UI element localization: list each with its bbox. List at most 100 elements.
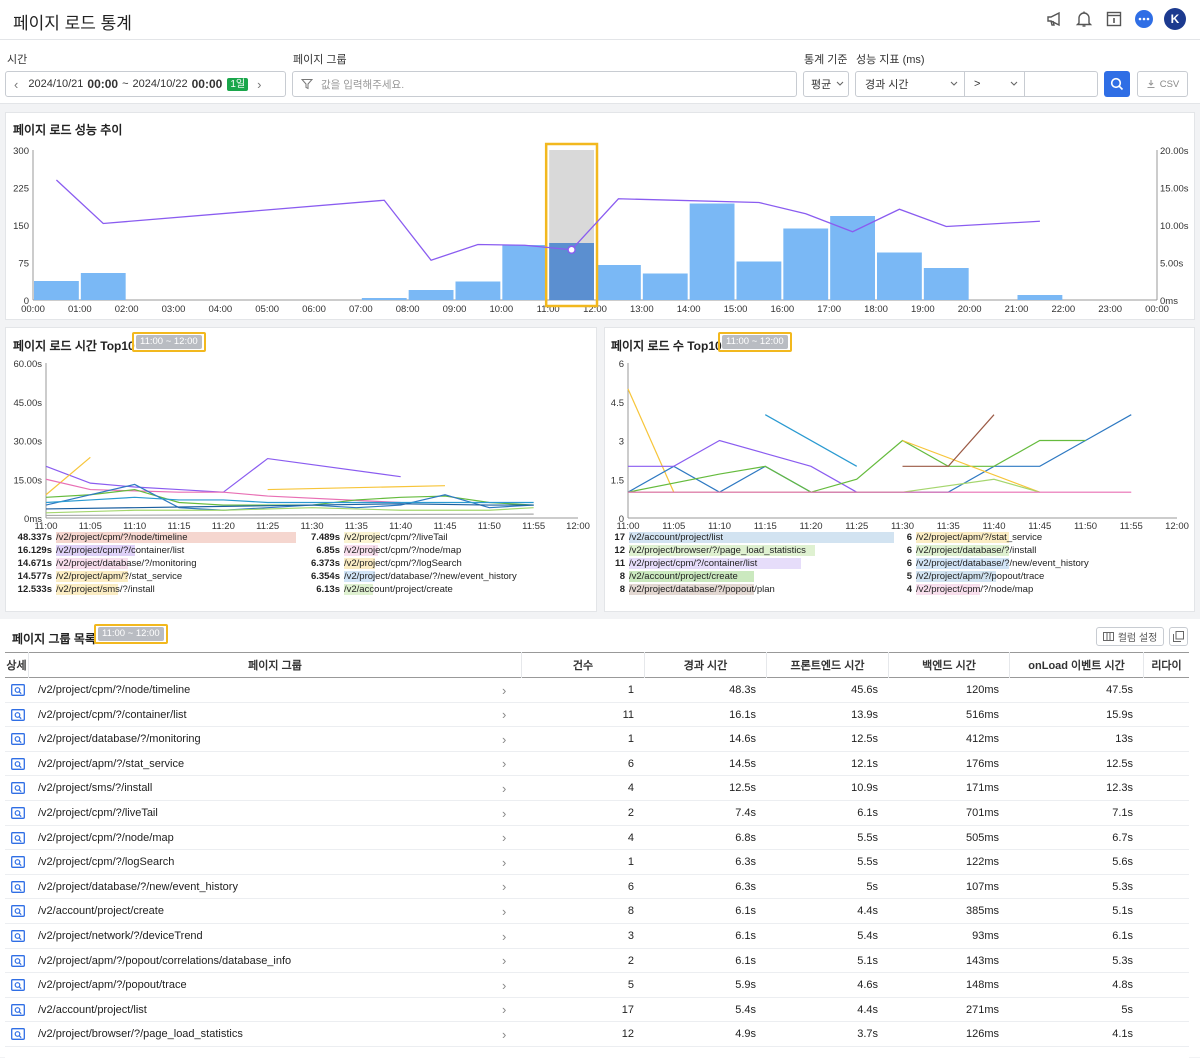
legend-item[interactable]: 6.354s/v2/project/database/?/new/event_h… — [306, 570, 596, 583]
table-row[interactable]: /v2/project/cpm/?/container/list › 11 16.1s… — [5, 703, 1189, 728]
search-button[interactable] — [1104, 71, 1130, 97]
column-header[interactable]: 백엔드 시간 — [889, 652, 1010, 678]
legend-item[interactable]: 11/v2/project/cpm/?/container/list — [613, 557, 903, 570]
megaphone-icon[interactable] — [1044, 8, 1066, 30]
user-avatar[interactable]: K — [1164, 8, 1186, 30]
detail-icon[interactable] — [11, 875, 27, 899]
info-panel-icon[interactable] — [1103, 8, 1125, 30]
metric-select[interactable]: 경과 시간 — [856, 72, 965, 96]
column-header[interactable]: 리다이 — [1144, 652, 1189, 678]
table-row[interactable]: /v2/project/browser/?/page_load_statisti… — [5, 1022, 1189, 1047]
legend-item[interactable]: 12.533s/v2/project/sms/?/install — [14, 583, 304, 596]
chevron-right-icon[interactable]: › — [502, 727, 506, 751]
chevron-right-icon[interactable]: › — [502, 1022, 506, 1046]
legend-item[interactable]: 14.671s/v2/project/database/?/monitoring — [14, 557, 304, 570]
detail-icon[interactable] — [11, 998, 27, 1022]
time-range-picker[interactable]: ‹ 2024/10/21 00:00 ~ 2024/10/22 00:00 1일… — [5, 71, 286, 97]
operator-select[interactable]: > — [965, 72, 1025, 96]
page-group-name[interactable]: /v2/project/browser/?/page_load_statisti… — [38, 1022, 498, 1046]
page-group-name[interactable]: /v2/project/apm/?/popout/trace — [38, 973, 498, 997]
legend-item[interactable]: 16.129s/v2/project/cpm/?/container/list — [14, 544, 304, 557]
load-time-top10-chart[interactable]: 60.00s45.00s30.00s15.00s0ms11:00 11:05 11:… — [6, 328, 598, 538]
page-group-name[interactable]: /v2/project/apm/?/popout/correlations/da… — [38, 949, 498, 973]
legend-item[interactable]: 8/v2/project/database/?/popout/plan — [613, 583, 903, 596]
table-row[interactable]: /v2/project/database/?/monitoring › 1 14.6s… — [5, 727, 1189, 752]
table-row[interactable]: /v2/project/network/?/deviceTrend › 3 6.1s 5… — [5, 924, 1189, 949]
trend-chart[interactable]: 30022515075020.00s15.00s10.00s5.00s0ms00… — [6, 113, 1196, 321]
detail-icon[interactable] — [11, 924, 27, 948]
chevron-right-icon[interactable]: › — [502, 998, 506, 1022]
page-group-name[interactable]: /v2/project/cpm/?/liveTail — [38, 801, 498, 825]
table-row[interactable]: /v2/project/sms/?/install › 4 12.5s 10.9s 171… — [5, 776, 1189, 801]
detail-icon[interactable] — [11, 850, 27, 874]
legend-item[interactable]: 6.373s/v2/project/cpm/?/logSearch — [306, 557, 596, 570]
threshold-input[interactable] — [1025, 72, 1097, 96]
chevron-right-icon[interactable]: › — [502, 752, 506, 776]
detail-icon[interactable] — [11, 949, 27, 973]
table-row[interactable]: /v2/account/project/list › 17 5.4s 4.4s 271ms… — [5, 998, 1189, 1023]
legend-item[interactable]: 6.85s/v2/project/cpm/?/node/map — [306, 544, 596, 557]
legend-item[interactable]: 12/v2/project/browser/?/page_load_statis… — [613, 544, 903, 557]
page-group-name[interactable]: /v2/account/project/create — [38, 899, 498, 923]
table-row[interactable]: /v2/project/apm/?/stat_service › 6 14.5s 12.… — [5, 752, 1189, 777]
group-filter-input[interactable]: 값을 입력해주세요. — [292, 71, 797, 97]
next-icon[interactable]: › — [257, 77, 261, 92]
column-header[interactable]: 프론트엔드 시간 — [767, 652, 889, 678]
detail-icon[interactable] — [11, 727, 27, 751]
chevron-right-icon[interactable]: › — [502, 850, 506, 874]
table-row[interactable]: /v2/project/cpm/?/node/timeline › 1 48.3s 45… — [5, 678, 1189, 703]
legend-item[interactable]: 8/v2/account/project/create — [613, 570, 903, 583]
chevron-right-icon[interactable]: › — [502, 924, 506, 948]
detail-icon[interactable] — [11, 899, 27, 923]
chat-icon[interactable] — [1133, 8, 1155, 30]
column-header[interactable]: 경과 시간 — [645, 652, 767, 678]
page-group-name[interactable]: /v2/project/sms/?/install — [38, 776, 498, 800]
page-group-name[interactable]: /v2/project/database/?/monitoring — [38, 727, 498, 751]
detail-icon[interactable] — [11, 752, 27, 776]
table-row[interactable]: /v2/project/cpm/?/liveTail › 2 7.4s 6.1s 701m… — [5, 801, 1189, 826]
legend-item[interactable]: 5/v2/project/apm/?/popout/trace — [904, 570, 1194, 583]
table-row[interactable]: /v2/project/apm/?/popout/correlations/da… — [5, 949, 1189, 974]
column-header[interactable]: 상세 — [5, 652, 29, 678]
page-group-name[interactable]: /v2/project/cpm/?/container/list — [38, 703, 498, 727]
page-group-name[interactable]: /v2/project/cpm/?/node/map — [38, 826, 498, 850]
legend-item[interactable]: 6.13s/v2/account/project/create — [306, 583, 596, 596]
column-header[interactable]: 페이지 그룹 — [29, 652, 522, 678]
csv-button[interactable]: CSV — [1137, 71, 1188, 97]
legend-item[interactable]: 14.577s/v2/project/apm/?/stat_service — [14, 570, 304, 583]
detail-icon[interactable] — [11, 1022, 27, 1046]
legend-item[interactable]: 17/v2/account/project/list — [613, 531, 903, 544]
page-group-name[interactable]: /v2/project/apm/?/stat_service — [38, 752, 498, 776]
prev-icon[interactable]: ‹ — [14, 77, 18, 92]
detail-icon[interactable] — [11, 703, 27, 727]
table-row[interactable]: /v2/project/apm/?/popout/trace › 5 5.9s 4.6s… — [5, 973, 1189, 998]
table-row[interactable]: /v2/project/cpm/?/logSearch › 1 6.3s 5.5s 122… — [5, 850, 1189, 875]
detail-icon[interactable] — [11, 801, 27, 825]
chevron-right-icon[interactable]: › — [502, 875, 506, 899]
page-group-name[interactable]: /v2/project/network/?/deviceTrend — [38, 924, 498, 948]
table-row[interactable]: /v2/project/database/?/new/event_history… — [5, 875, 1189, 900]
legend-item[interactable]: 6/v2/project/apm/?/stat_service — [904, 531, 1194, 544]
chevron-right-icon[interactable]: › — [502, 826, 506, 850]
stat-select[interactable]: 평균 — [803, 71, 849, 97]
page-group-name[interactable]: /v2/project/cpm/?/node/timeline — [38, 678, 498, 702]
load-count-top10-chart[interactable]: 64.531.5011:00 11:05 11:10 11:15 11:20 11:25 1… — [605, 328, 1196, 538]
chevron-right-icon[interactable]: › — [502, 678, 506, 702]
table-row[interactable]: /v2/project/cpm/?/node/map › 4 6.8s 5.5s 505m… — [5, 826, 1189, 851]
chevron-right-icon[interactable]: › — [502, 973, 506, 997]
table-row[interactable]: /v2/account/project/create › 8 6.1s 4.4s 385m… — [5, 899, 1189, 924]
detail-icon[interactable] — [11, 776, 27, 800]
chevron-right-icon[interactable]: › — [502, 801, 506, 825]
page-group-name[interactable]: /v2/project/cpm/?/logSearch — [38, 850, 498, 874]
chevron-right-icon[interactable]: › — [502, 776, 506, 800]
chevron-right-icon[interactable]: › — [502, 899, 506, 923]
legend-item[interactable]: 4/v2/project/cpm/?/node/map — [904, 583, 1194, 596]
legend-item[interactable]: 48.337s/v2/project/cpm/?/node/timeline — [14, 531, 304, 544]
chevron-right-icon[interactable]: › — [502, 949, 506, 973]
detail-icon[interactable] — [11, 826, 27, 850]
page-group-name[interactable]: /v2/project/database/?/new/event_history — [38, 875, 498, 899]
legend-item[interactable]: 6/v2/project/database/?/install — [904, 544, 1194, 557]
column-settings-button[interactable]: 컬럼 설정 — [1096, 627, 1164, 646]
legend-item[interactable]: 7.489s/v2/project/cpm/?/liveTail — [306, 531, 596, 544]
chevron-right-icon[interactable]: › — [502, 703, 506, 727]
